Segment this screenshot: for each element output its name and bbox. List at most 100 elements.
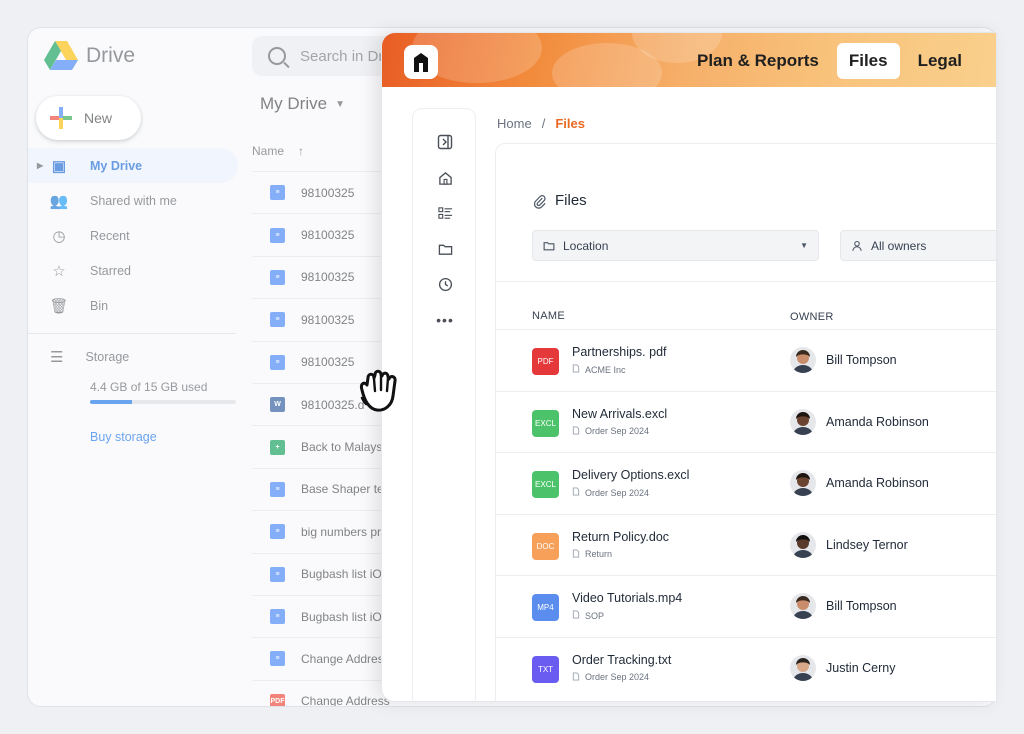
file-name[interactable]: Delivery Options.excl	[572, 468, 689, 482]
file-name[interactable]: New Arrivals.excl	[572, 407, 667, 421]
files-app-window: Plan & Reports Files Legal ••• Home / File…	[381, 32, 997, 702]
sheet-file-icon: +	[270, 439, 285, 455]
trash-icon: 🗑	[49, 297, 69, 315]
breadcrumb-separator: /	[541, 116, 546, 131]
sidebar-item-my-drive[interactable]: ▶ ▣ My Drive	[28, 148, 238, 183]
plus-icon	[50, 107, 72, 129]
file-type-badge: EXCL	[532, 409, 559, 437]
star-icon: ☆	[52, 262, 66, 280]
owner-column-header[interactable]: OWNER	[790, 311, 834, 323]
breadcrumb-home[interactable]: Home	[497, 116, 532, 131]
owners-filter[interactable]: All owners	[840, 230, 996, 261]
storage-progress-fill	[90, 400, 133, 404]
breadcrumb: Home / Files	[497, 116, 585, 131]
table-row[interactable]: EXCL New Arrivals.excl Order Sep 2024 Amand…	[496, 390, 996, 453]
sidebar-item-label: Shared with me	[90, 193, 177, 208]
panel-title-text: Files	[555, 192, 587, 209]
file-name: Base Shaper te	[301, 482, 384, 497]
file-name: 98100325	[301, 312, 355, 327]
home-icon[interactable]	[436, 169, 454, 187]
sidebar-item-starred[interactable]: ☆ Starred	[28, 253, 238, 288]
document-icon	[572, 610, 580, 621]
my-drive-heading[interactable]: My Drive ▼	[260, 94, 345, 114]
app-tabs: Plan & Reports Files Legal	[685, 43, 974, 79]
folder-icon	[543, 241, 555, 250]
avatar	[790, 347, 816, 373]
name-column-header[interactable]: Name ↑	[252, 144, 304, 158]
doc-file-icon: ≡	[270, 481, 285, 497]
file-subtitle-text: Return	[585, 549, 613, 559]
file-name[interactable]: Partnerships. pdf	[572, 345, 667, 359]
file-type-badge: TXT	[532, 655, 559, 683]
file-name[interactable]: Return Policy.doc	[572, 530, 669, 544]
file-name[interactable]: Order Tracking.txt	[572, 653, 671, 667]
table-row[interactable]: MP4 Video Tutorials.mp4 SOP Bill Tompson	[496, 575, 996, 637]
doc-file-icon: ≡	[270, 354, 285, 370]
drive-logo[interactable]: Drive	[44, 41, 135, 71]
storage-progress-bar	[90, 400, 236, 404]
file-subtitle: Order Sep 2024	[572, 487, 649, 498]
panel-toggle-icon[interactable]	[436, 133, 454, 151]
panel-divider	[496, 281, 996, 282]
file-name: 98100325	[301, 270, 355, 285]
checklist-icon[interactable]	[436, 204, 454, 222]
file-name: Change Addres	[301, 651, 384, 666]
location-filter[interactable]: Location ▼	[532, 230, 819, 261]
more-icon[interactable]: •••	[436, 311, 454, 329]
file-subtitle-text: ACME Inc	[585, 364, 626, 375]
folder-icon[interactable]	[436, 240, 454, 258]
document-icon	[572, 425, 580, 437]
file-name: Bugbash list iO	[301, 609, 382, 624]
avatar	[790, 531, 816, 558]
name-column-label: Name	[252, 144, 285, 158]
name-column-header[interactable]: NAME	[532, 310, 565, 322]
arrow-up-icon: ↑	[298, 144, 305, 158]
file-name[interactable]: Video Tutorials.mp4	[572, 591, 682, 605]
new-button[interactable]: New	[36, 96, 141, 140]
panel-title: Files	[532, 192, 587, 209]
caret-right-icon[interactable]: ▶	[37, 161, 43, 170]
avatar	[790, 654, 816, 681]
storage-item[interactable]: ☰ Storage	[50, 348, 240, 366]
doc-file-icon: ≡	[270, 185, 285, 201]
search-input[interactable]: Search in Dr	[300, 48, 383, 65]
sidebar-item-recent[interactable]: ◷ Recent	[28, 218, 238, 253]
storage-section: ☰ Storage 4.4 GB of 15 GB used Buy stora…	[50, 348, 240, 444]
doc-file-icon: ≡	[270, 524, 285, 540]
doc-file-icon: ≡	[270, 566, 285, 582]
doc-file-icon: ≡	[270, 651, 285, 667]
file-type-badge: MP4	[532, 594, 559, 621]
file-name: 98100325	[301, 228, 355, 243]
table-row[interactable]: TXT Order Tracking.txt Order Sep 2024 Justi…	[496, 636, 996, 699]
sidebar-item-bin[interactable]: 🗑 Bin	[28, 288, 238, 323]
avatar	[790, 408, 816, 435]
tab-plan-reports[interactable]: Plan & Reports	[685, 43, 831, 79]
house-logo-icon	[414, 53, 428, 72]
file-subtitle: ACME Inc	[572, 364, 626, 375]
tab-files[interactable]: Files	[836, 43, 900, 79]
sidebar-item-shared-with-me[interactable]: 👥 Shared with me	[28, 183, 238, 218]
clock-icon[interactable]	[436, 275, 454, 293]
document-icon	[572, 548, 580, 560]
file-type-badge: PDF	[532, 348, 559, 375]
location-filter-label: Location	[563, 238, 609, 253]
tab-legal[interactable]: Legal	[906, 43, 974, 79]
buy-storage-link[interactable]: Buy storage	[90, 430, 240, 444]
storage-icon: ☰	[50, 349, 64, 366]
people-icon: 👥	[49, 192, 69, 210]
file-subtitle-text: Order Sep 2024	[585, 672, 650, 682]
file-subtitle-text: SOP	[585, 610, 605, 621]
new-button-label: New	[84, 110, 113, 126]
clock-icon: ◷	[52, 227, 66, 245]
drive-icon: ▣	[51, 157, 67, 175]
search-icon	[268, 47, 286, 65]
table-row[interactable]: PDF Partnerships. pdf ACME Inc Bill Tompson	[496, 329, 996, 391]
side-rail: •••	[412, 108, 476, 701]
storage-used-text: 4.4 GB of 15 GB used	[90, 380, 208, 394]
table-row[interactable]: EXCL Delivery Options.excl Order Sep 2024 A…	[496, 452, 996, 514]
drive-nav: ▶ ▣ My Drive 👥 Shared with me ◷ Recent ☆ Starred…	[28, 148, 238, 323]
table-row[interactable]: DOC Return Policy.doc Return Lindsey Ternor	[496, 513, 996, 576]
word-file-icon: W	[270, 397, 285, 413]
app-logo[interactable]	[404, 45, 438, 79]
document-icon	[572, 364, 580, 375]
